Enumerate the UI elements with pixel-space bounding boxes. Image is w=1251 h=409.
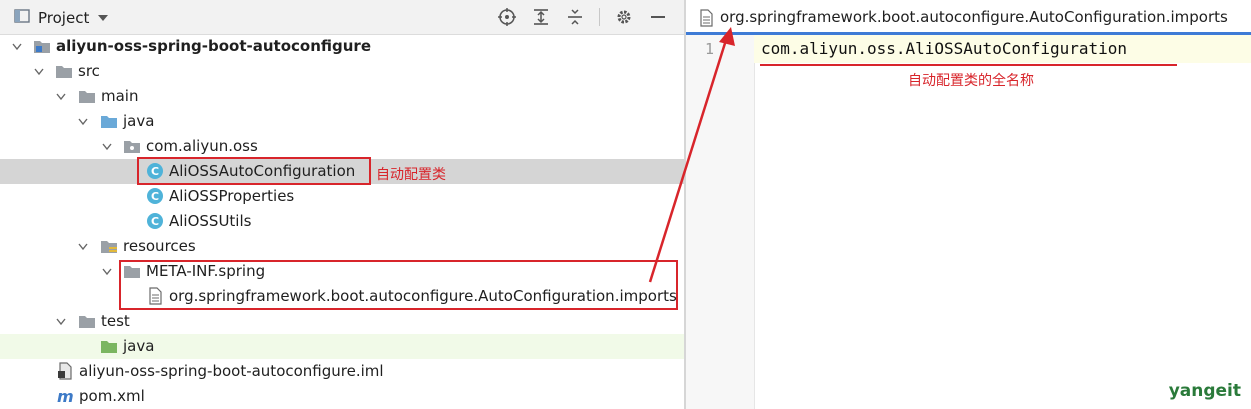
code-underline (760, 64, 1177, 66)
chevron-down-icon[interactable] (54, 309, 68, 334)
tree-label: com.aliyun.oss (146, 137, 258, 155)
chevron-down-icon[interactable] (97, 9, 109, 27)
tree-node-test-java[interactable]: java (0, 334, 684, 359)
svg-text:m: m (57, 387, 74, 405)
folder-icon (78, 312, 96, 330)
tree-label: src (78, 62, 100, 80)
project-toolbar (497, 7, 668, 27)
tree-node-main[interactable]: main (0, 84, 684, 109)
project-panel-header: Project (0, 0, 684, 35)
package-icon (123, 137, 141, 155)
class-icon: C (146, 212, 164, 230)
tree-node-pom[interactable]: m pom.xml (0, 384, 684, 409)
watermark: yangeit (1168, 381, 1241, 401)
tree-node-src[interactable]: src (0, 59, 684, 84)
tree-node-class-properties[interactable]: C AliOSSProperties (0, 184, 684, 209)
chevron-down-icon[interactable] (32, 59, 46, 84)
class-icon: C (146, 187, 164, 205)
chevron-down-icon[interactable] (100, 134, 114, 159)
toolbar-separator (599, 8, 600, 26)
project-view-selector[interactable]: Project (14, 8, 109, 28)
tree-node-java[interactable]: java (0, 109, 684, 134)
folder-icon (55, 62, 73, 80)
tree-label: main (101, 87, 139, 105)
svg-text:C: C (151, 190, 159, 203)
tree-label: test (101, 312, 130, 330)
maven-icon: m (56, 387, 74, 406)
line-gutter (686, 35, 755, 409)
annotation-autoconfig: 自动配置类 (376, 167, 446, 183)
text-file-icon (698, 9, 714, 31)
iml-file-icon (56, 362, 74, 380)
folder-icon (78, 87, 96, 105)
tree-node-root[interactable]: aliyun-oss-spring-boot-autoconfigure (0, 34, 684, 59)
code-line[interactable]: com.aliyun.oss.AliOSSAutoConfiguration (761, 39, 1127, 58)
expand-all-icon[interactable] (531, 7, 551, 27)
tree-label: AliOSSUtils (169, 212, 252, 230)
chevron-down-icon[interactable] (54, 84, 68, 109)
tree-label: aliyun-oss-spring-boot-autoconfigure.iml (79, 362, 384, 380)
editor-panel: org.springframework.boot.autoconfigure.A… (686, 0, 1251, 409)
source-folder-icon (100, 112, 118, 130)
minimize-icon[interactable] (648, 7, 668, 27)
chevron-down-icon[interactable] (10, 34, 24, 59)
tree-label: pom.xml (79, 387, 145, 405)
gear-icon[interactable] (614, 7, 634, 27)
line-number: 1 (704, 40, 714, 58)
tree-node-class-utils[interactable]: C AliOSSUtils (0, 209, 684, 234)
locate-icon[interactable] (497, 7, 517, 27)
tree-label: aliyun-oss-spring-boot-autoconfigure (56, 37, 371, 55)
project-title: Project (38, 9, 90, 27)
module-folder-icon (33, 37, 51, 55)
tree-node-iml[interactable]: aliyun-oss-spring-boot-autoconfigure.iml (0, 359, 684, 384)
chevron-down-icon[interactable] (100, 259, 114, 284)
annotation-full-name: 自动配置类的全名称 (908, 73, 1034, 89)
editor-tab-label: org.springframework.boot.autoconfigure.A… (720, 8, 1228, 26)
tree-label: java (123, 337, 155, 355)
editor-tab[interactable]: org.springframework.boot.autoconfigure.A… (686, 0, 1251, 35)
svg-text:C: C (151, 215, 159, 228)
tree-label: AliOSSProperties (169, 187, 295, 205)
chevron-down-icon[interactable] (76, 109, 90, 134)
chevron-down-icon[interactable] (76, 234, 90, 259)
tree-node-package[interactable]: com.aliyun.oss (0, 134, 684, 159)
tree-label: java (123, 112, 155, 130)
tree-node-resources[interactable]: resources (0, 234, 684, 259)
collapse-all-icon[interactable] (565, 7, 585, 27)
tree-node-test[interactable]: test (0, 309, 684, 334)
highlight-box-autoconfig (137, 157, 371, 185)
tree-label: resources (123, 237, 196, 255)
project-panel: Project aliyun-oss-spring-boot-autoconfi… (0, 0, 684, 409)
test-folder-icon (100, 337, 118, 355)
highlight-box-meta-inf (119, 260, 678, 310)
resources-folder-icon (100, 237, 118, 255)
project-window-icon (14, 8, 30, 28)
